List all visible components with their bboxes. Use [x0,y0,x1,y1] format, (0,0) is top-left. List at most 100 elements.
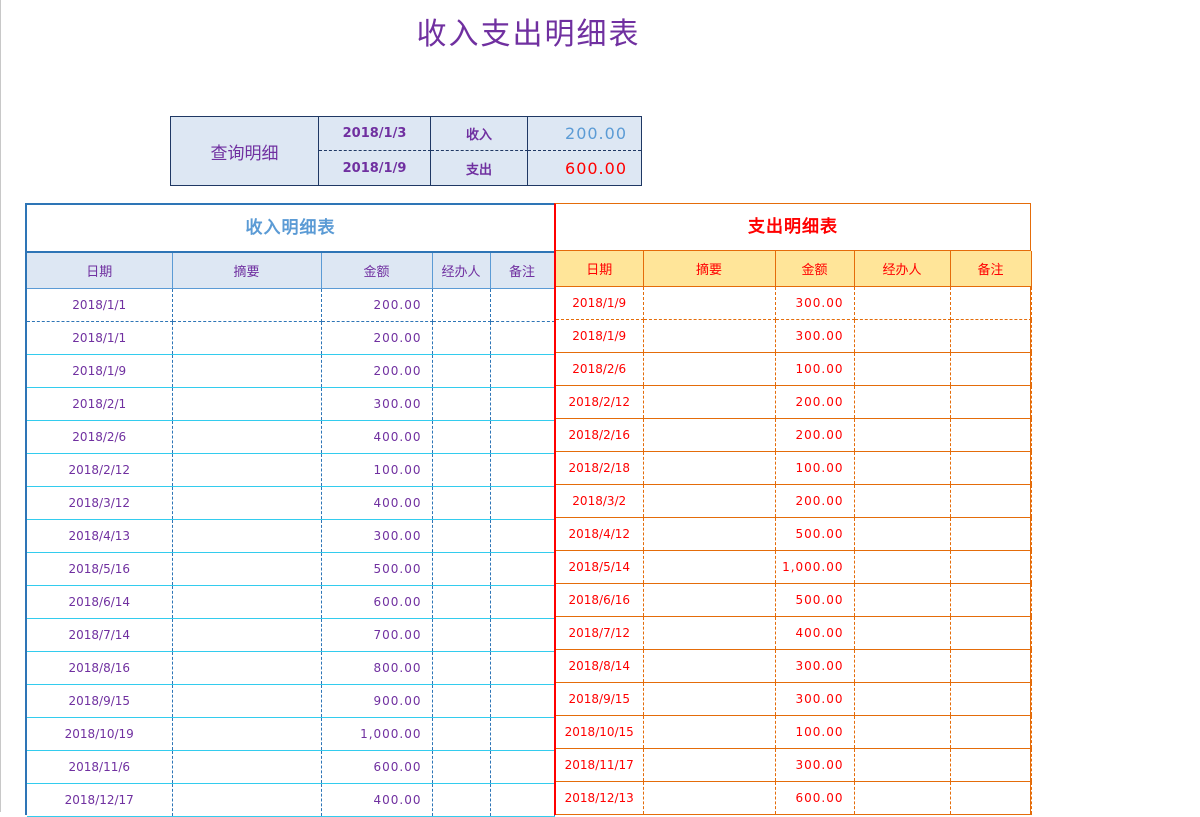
income-cell-summary[interactable] [172,717,322,751]
expense-cell-amount[interactable]: 300.00 [775,286,855,320]
expense-cell-handler[interactable] [854,781,951,815]
expense-cell-note[interactable] [950,583,1032,617]
expense-cell-handler[interactable] [854,748,951,782]
expense-cell-handler[interactable] [854,286,951,320]
income-cell-note[interactable] [490,684,555,718]
income-cell-summary[interactable] [172,519,322,553]
expense-cell-note[interactable] [950,286,1032,320]
expense-cell-date[interactable]: 2018/3/2 [556,484,644,518]
income-col-handler[interactable]: 经办人 [432,253,491,289]
expense-cell-amount[interactable]: 200.00 [775,385,855,419]
income-cell-date[interactable]: 2018/1/1 [27,288,173,322]
expense-cell-note[interactable] [950,682,1032,716]
expense-cell-date[interactable]: 2018/11/17 [556,748,644,782]
income-cell-note[interactable] [490,387,555,421]
income-cell-date[interactable]: 2018/7/14 [27,618,173,652]
income-cell-summary[interactable] [172,684,322,718]
expense-col-summary[interactable]: 摘要 [643,251,776,287]
expense-cell-date[interactable]: 2018/12/13 [556,781,644,815]
income-cell-note[interactable] [490,321,555,355]
expense-cell-note[interactable] [950,319,1032,353]
income-cell-summary[interactable] [172,585,322,619]
expense-cell-summary[interactable] [643,616,776,650]
income-cell-date[interactable]: 2018/3/12 [27,486,173,520]
expense-cell-amount[interactable]: 100.00 [775,352,855,386]
income-cell-summary[interactable] [172,288,322,322]
income-cell-date[interactable]: 2018/2/6 [27,420,173,454]
expense-cell-note[interactable] [950,385,1032,419]
expense-cell-note[interactable] [950,649,1032,683]
income-cell-handler[interactable] [432,618,491,652]
expense-cell-amount[interactable]: 500.00 [775,517,855,551]
expense-col-amount[interactable]: 金额 [775,251,855,287]
income-cell-handler[interactable] [432,552,491,586]
income-col-summary[interactable]: 摘要 [172,253,322,289]
income-cell-summary[interactable] [172,387,322,421]
income-cell-date[interactable]: 2018/2/1 [27,387,173,421]
income-cell-date[interactable]: 2018/6/14 [27,585,173,619]
expense-cell-amount[interactable]: 200.00 [775,484,855,518]
expense-cell-handler[interactable] [854,319,951,353]
expense-col-date[interactable]: 日期 [556,251,644,287]
income-cell-note[interactable] [490,486,555,520]
expense-cell-amount[interactable]: 200.00 [775,418,855,452]
income-cell-note[interactable] [490,651,555,685]
income-cell-summary[interactable] [172,750,322,784]
income-cell-date[interactable]: 2018/1/9 [27,354,173,388]
income-cell-handler[interactable] [432,651,491,685]
query-start-date-cell[interactable]: 2018/1/3 [319,117,431,151]
expense-cell-amount[interactable]: 100.00 [775,715,855,749]
income-cell-amount[interactable]: 200.00 [321,354,433,388]
expense-cell-summary[interactable] [643,715,776,749]
expense-cell-amount[interactable]: 300.00 [775,682,855,716]
income-cell-summary[interactable] [172,783,322,817]
expense-cell-handler[interactable] [854,484,951,518]
expense-cell-note[interactable] [950,517,1032,551]
expense-cell-handler[interactable] [854,451,951,485]
expense-cell-date[interactable]: 2018/10/15 [556,715,644,749]
expense-cell-summary[interactable] [643,451,776,485]
income-cell-amount[interactable]: 400.00 [321,783,433,817]
expense-cell-handler[interactable] [854,649,951,683]
income-cell-amount[interactable]: 100.00 [321,453,433,487]
expense-cell-date[interactable]: 2018/1/9 [556,319,644,353]
expense-cell-note[interactable] [950,748,1032,782]
expense-cell-date[interactable]: 2018/9/15 [556,682,644,716]
income-cell-handler[interactable] [432,585,491,619]
expense-cell-summary[interactable] [643,583,776,617]
income-cell-amount[interactable]: 900.00 [321,684,433,718]
expense-cell-date[interactable]: 2018/7/12 [556,616,644,650]
expense-cell-summary[interactable] [643,550,776,584]
income-cell-amount[interactable]: 600.00 [321,750,433,784]
income-cell-date[interactable]: 2018/8/16 [27,651,173,685]
expense-cell-amount[interactable]: 400.00 [775,616,855,650]
income-cell-handler[interactable] [432,420,491,454]
expense-cell-summary[interactable] [643,286,776,320]
income-cell-date[interactable]: 2018/2/12 [27,453,173,487]
expense-cell-date[interactable]: 2018/2/12 [556,385,644,419]
expense-cell-date[interactable]: 2018/2/6 [556,352,644,386]
expense-cell-amount[interactable]: 500.00 [775,583,855,617]
expense-col-note[interactable]: 备注 [950,251,1032,287]
income-col-date[interactable]: 日期 [27,253,173,289]
income-cell-summary[interactable] [172,420,322,454]
expense-cell-summary[interactable] [643,748,776,782]
income-cell-amount[interactable]: 400.00 [321,420,433,454]
expense-col-handler[interactable]: 经办人 [854,251,951,287]
income-cell-note[interactable] [490,585,555,619]
expense-cell-date[interactable]: 2018/2/16 [556,418,644,452]
income-col-amount[interactable]: 金额 [321,253,433,289]
query-income-total[interactable]: 200.00 [528,117,641,151]
expense-cell-summary[interactable] [643,517,776,551]
expense-cell-amount[interactable]: 300.00 [775,649,855,683]
income-cell-note[interactable] [490,552,555,586]
income-cell-amount[interactable]: 200.00 [321,288,433,322]
income-cell-summary[interactable] [172,651,322,685]
expense-cell-handler[interactable] [854,517,951,551]
expense-cell-amount[interactable]: 100.00 [775,451,855,485]
income-cell-note[interactable] [490,288,555,322]
income-cell-handler[interactable] [432,519,491,553]
expense-cell-summary[interactable] [643,352,776,386]
expense-cell-handler[interactable] [854,550,951,584]
expense-cell-handler[interactable] [854,682,951,716]
